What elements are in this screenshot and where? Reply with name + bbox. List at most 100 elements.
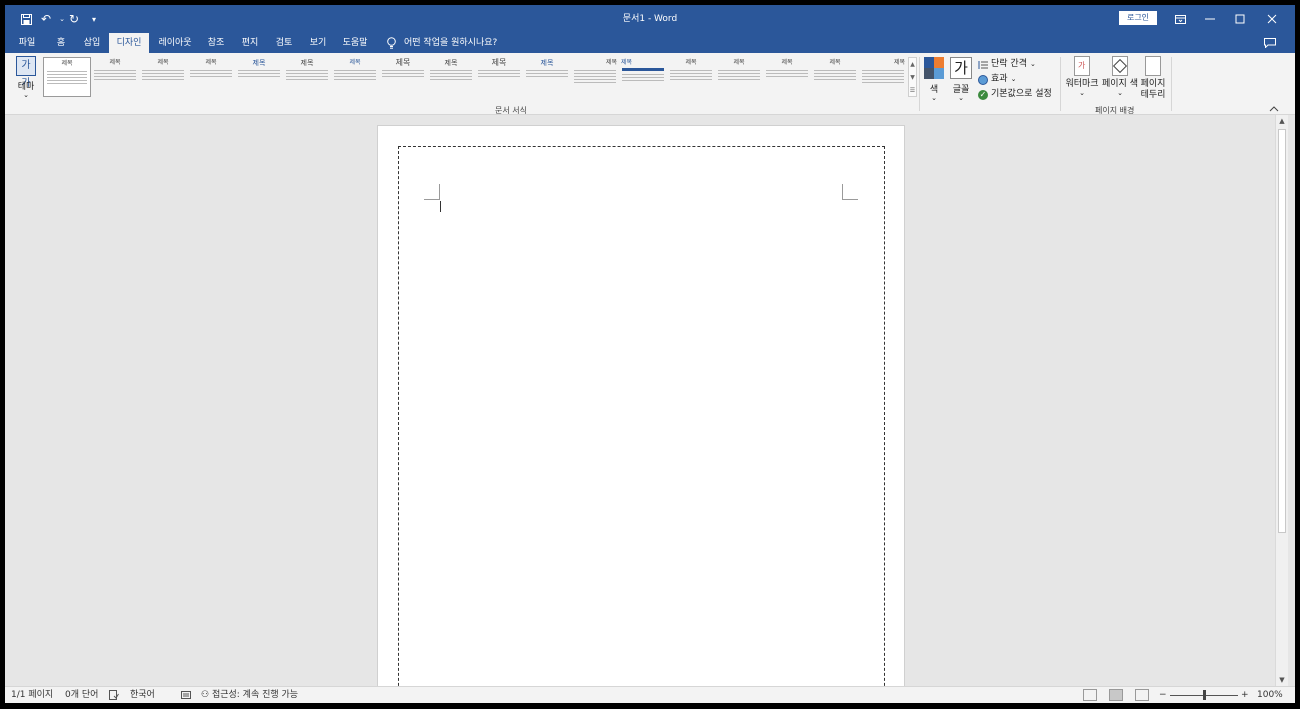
style-set-item[interactable]: 제목 bbox=[667, 57, 715, 97]
document-title: 문서1 - Word bbox=[622, 14, 678, 24]
read-mode-icon[interactable] bbox=[1083, 689, 1097, 701]
tab-review[interactable]: 검토 bbox=[269, 33, 299, 53]
gallery-down-icon[interactable]: ▼ bbox=[909, 71, 916, 84]
tab-mailings[interactable]: 편지 bbox=[235, 33, 265, 53]
style-set-item[interactable]: 제목 bbox=[763, 57, 811, 97]
chevron-down-icon: ⌄ bbox=[23, 91, 29, 99]
maximize-icon[interactable] bbox=[1225, 5, 1255, 33]
group-divider bbox=[1171, 57, 1172, 111]
set-as-default-button[interactable]: ✓ 기본값으로 설정 bbox=[978, 88, 1052, 101]
watermark-button[interactable]: 가 워터마크 ⌄ bbox=[1065, 56, 1099, 97]
status-bar: 1/1 페이지 0개 단어 한국어 ⚇ 접근성: 계속 진행 가능 − + 10… bbox=[5, 686, 1295, 703]
page-count[interactable]: 1/1 페이지 bbox=[11, 687, 53, 703]
scroll-down-icon[interactable]: ▼ bbox=[1276, 674, 1288, 686]
style-set-item[interactable]: 제목 bbox=[91, 57, 139, 97]
style-set-item[interactable]: 제목 bbox=[139, 57, 187, 97]
page-borders-button[interactable]: 페이지 테두리 bbox=[1140, 56, 1166, 101]
tab-home[interactable]: 홈 bbox=[49, 33, 73, 53]
theme-thumbnail: 가가 bbox=[16, 56, 36, 89]
text-cursor bbox=[440, 201, 441, 212]
ribbon-design: 가가 테마 ⌄ 제목 제목 제목 제목 제목 제목 제목 제목 제목 제목 제목… bbox=[5, 53, 1295, 115]
tab-view[interactable]: 보기 bbox=[303, 33, 333, 53]
tab-help[interactable]: 도움말 bbox=[337, 33, 373, 53]
document-canvas bbox=[5, 115, 1275, 703]
chevron-down-icon: ⌄ bbox=[958, 94, 964, 102]
accessibility-status[interactable]: ⚇ 접근성: 계속 진행 가능 bbox=[201, 687, 298, 703]
page-color-button[interactable]: 페이지 색 ⌄ bbox=[1101, 56, 1139, 97]
crop-mark-top-left bbox=[424, 184, 440, 200]
style-set-gallery: 제목 제목 제목 제목 제목 제목 제목 제목 제목 제목 제목 제목 제목 제… bbox=[43, 57, 907, 99]
group-divider bbox=[919, 57, 920, 111]
style-set-item[interactable]: 제목 bbox=[427, 57, 475, 97]
tab-design[interactable]: 디자인 bbox=[109, 33, 149, 53]
comment-icon[interactable] bbox=[1263, 36, 1277, 50]
style-set-item[interactable]: 제목 bbox=[379, 57, 427, 97]
chevron-down-icon: ⌄ bbox=[931, 94, 937, 102]
document-page[interactable] bbox=[377, 125, 905, 703]
tab-references[interactable]: 참조 bbox=[201, 33, 231, 53]
text-boundary bbox=[398, 146, 885, 703]
chevron-down-icon: ⌄ bbox=[1079, 89, 1085, 97]
lightbulb-icon bbox=[387, 37, 399, 49]
scroll-up-icon[interactable]: ▲ bbox=[1276, 115, 1288, 127]
tell-me-search[interactable]: 어떤 작업을 원하시나요? bbox=[387, 33, 497, 53]
style-set-item[interactable]: 제목 bbox=[283, 57, 331, 97]
effects-icon bbox=[978, 74, 988, 85]
proofing-icon[interactable] bbox=[109, 687, 119, 703]
group-divider bbox=[1060, 57, 1061, 111]
language[interactable]: 한국어 bbox=[130, 687, 155, 703]
word-window: ↶ ⌄ ↻ ▾ 문서1 - Word 로그인 파일 홈 삽입 디자인 레이아웃 … bbox=[5, 5, 1295, 703]
collapse-ribbon-icon[interactable] bbox=[1269, 105, 1279, 115]
font-glyph-icon: 가 bbox=[950, 57, 972, 79]
accessibility-icon: ⚇ bbox=[201, 690, 210, 700]
vertical-scrollbar[interactable]: ▲ ▼ bbox=[1275, 115, 1288, 686]
word-count[interactable]: 0개 단어 bbox=[65, 687, 98, 703]
chevron-down-icon: ⌄ bbox=[1117, 89, 1123, 97]
chevron-down-icon: ⌄ bbox=[1010, 75, 1017, 83]
login-button[interactable]: 로그인 bbox=[1119, 11, 1157, 25]
style-set-item[interactable]: 제목 bbox=[187, 57, 235, 97]
themes-button[interactable]: 가가 테마 ⌄ bbox=[13, 56, 39, 102]
crop-mark-top-right bbox=[842, 184, 858, 200]
color-palette-icon bbox=[924, 57, 944, 79]
style-set-item[interactable]: 제목 bbox=[43, 57, 91, 97]
tab-insert[interactable]: 삽입 bbox=[77, 33, 107, 53]
ribbon-display-options-icon[interactable] bbox=[1165, 5, 1195, 33]
print-layout-icon[interactable] bbox=[1109, 689, 1123, 701]
zoom-level[interactable]: 100% bbox=[1257, 687, 1283, 703]
title-bar: ↶ ⌄ ↻ ▾ 문서1 - Word 로그인 bbox=[5, 5, 1295, 33]
zoom-slider-thumb[interactable] bbox=[1203, 690, 1206, 700]
chevron-down-icon: ⌄ bbox=[1029, 60, 1036, 68]
close-icon[interactable] bbox=[1257, 5, 1287, 33]
watermark-icon: 가 bbox=[1074, 56, 1090, 76]
page-borders-icon bbox=[1145, 56, 1161, 76]
style-set-item[interactable]: 제목 bbox=[859, 57, 907, 97]
checkmark-icon: ✓ bbox=[978, 89, 988, 100]
colors-button[interactable]: 색 ⌄ bbox=[923, 57, 945, 105]
effects-button[interactable]: 효과 ⌄ bbox=[978, 73, 1016, 86]
style-set-item[interactable]: 제목 bbox=[619, 57, 667, 97]
style-set-item[interactable]: 제목 bbox=[571, 57, 619, 97]
gallery-scroll[interactable]: ▲ ▼ ☰ bbox=[908, 57, 917, 97]
paint-bucket-icon bbox=[1112, 56, 1128, 76]
zoom-out-button[interactable]: − bbox=[1159, 687, 1167, 703]
style-set-item[interactable]: 제목 bbox=[475, 57, 523, 97]
style-set-item[interactable]: 제목 bbox=[235, 57, 283, 97]
fonts-button[interactable]: 가 글꼴 ⌄ bbox=[949, 57, 973, 105]
style-set-item[interactable]: 제목 bbox=[331, 57, 379, 97]
style-set-item[interactable]: 제목 bbox=[523, 57, 571, 97]
style-set-item[interactable]: 제목 bbox=[811, 57, 859, 97]
ribbon-tabs: 파일 홈 삽입 디자인 레이아웃 참조 편지 검토 보기 도움말 어떤 작업을 … bbox=[5, 33, 1295, 53]
zoom-in-button[interactable]: + bbox=[1241, 687, 1249, 703]
tab-file[interactable]: 파일 bbox=[9, 33, 45, 53]
macro-recording-icon[interactable] bbox=[181, 687, 191, 703]
paragraph-spacing-button[interactable]: 단락 간격 ⌄ bbox=[978, 58, 1036, 71]
web-layout-icon[interactable] bbox=[1135, 689, 1149, 701]
tab-layout[interactable]: 레이아웃 bbox=[153, 33, 197, 53]
tell-me-text: 어떤 작업을 원하시나요? bbox=[404, 38, 498, 48]
minimize-icon[interactable] bbox=[1195, 5, 1225, 33]
gallery-up-icon[interactable]: ▲ bbox=[909, 58, 916, 71]
scroll-thumb[interactable] bbox=[1278, 129, 1286, 533]
style-set-item[interactable]: 제목 bbox=[715, 57, 763, 97]
gallery-more-icon[interactable]: ☰ bbox=[909, 84, 916, 97]
